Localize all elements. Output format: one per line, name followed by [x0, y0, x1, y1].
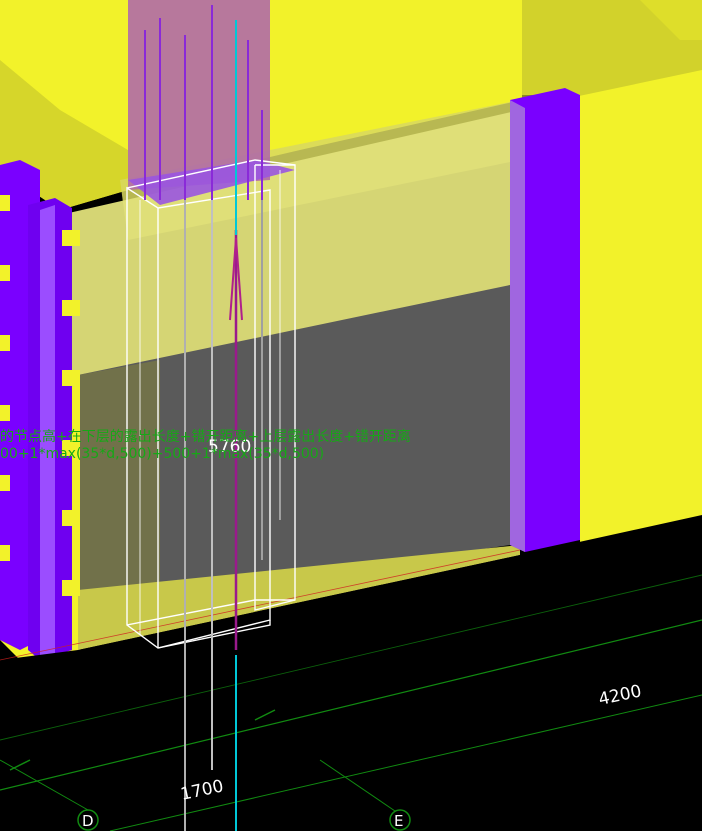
formula-line-1: 的节点高+在下层的露出长度+错开距离+上层露出长度+错开距离	[0, 428, 411, 445]
axis-label-e: E	[394, 812, 403, 830]
right-column	[510, 88, 580, 552]
left-column	[0, 160, 80, 660]
formula-line-2: 00+1*max(35*d,500)+500+1*max(35*d,500)	[0, 446, 324, 462]
3d-viewport[interactable]: 5760 4200 1700 的节点高+在下层的露出长度+错开距离+上层露出长度…	[0, 0, 702, 831]
axis-label-d: D	[82, 812, 94, 830]
rebar-3d-scene[interactable]: 5760 4200 1700 的节点高+在下层的露出长度+错开距离+上层露出长度…	[0, 0, 702, 831]
